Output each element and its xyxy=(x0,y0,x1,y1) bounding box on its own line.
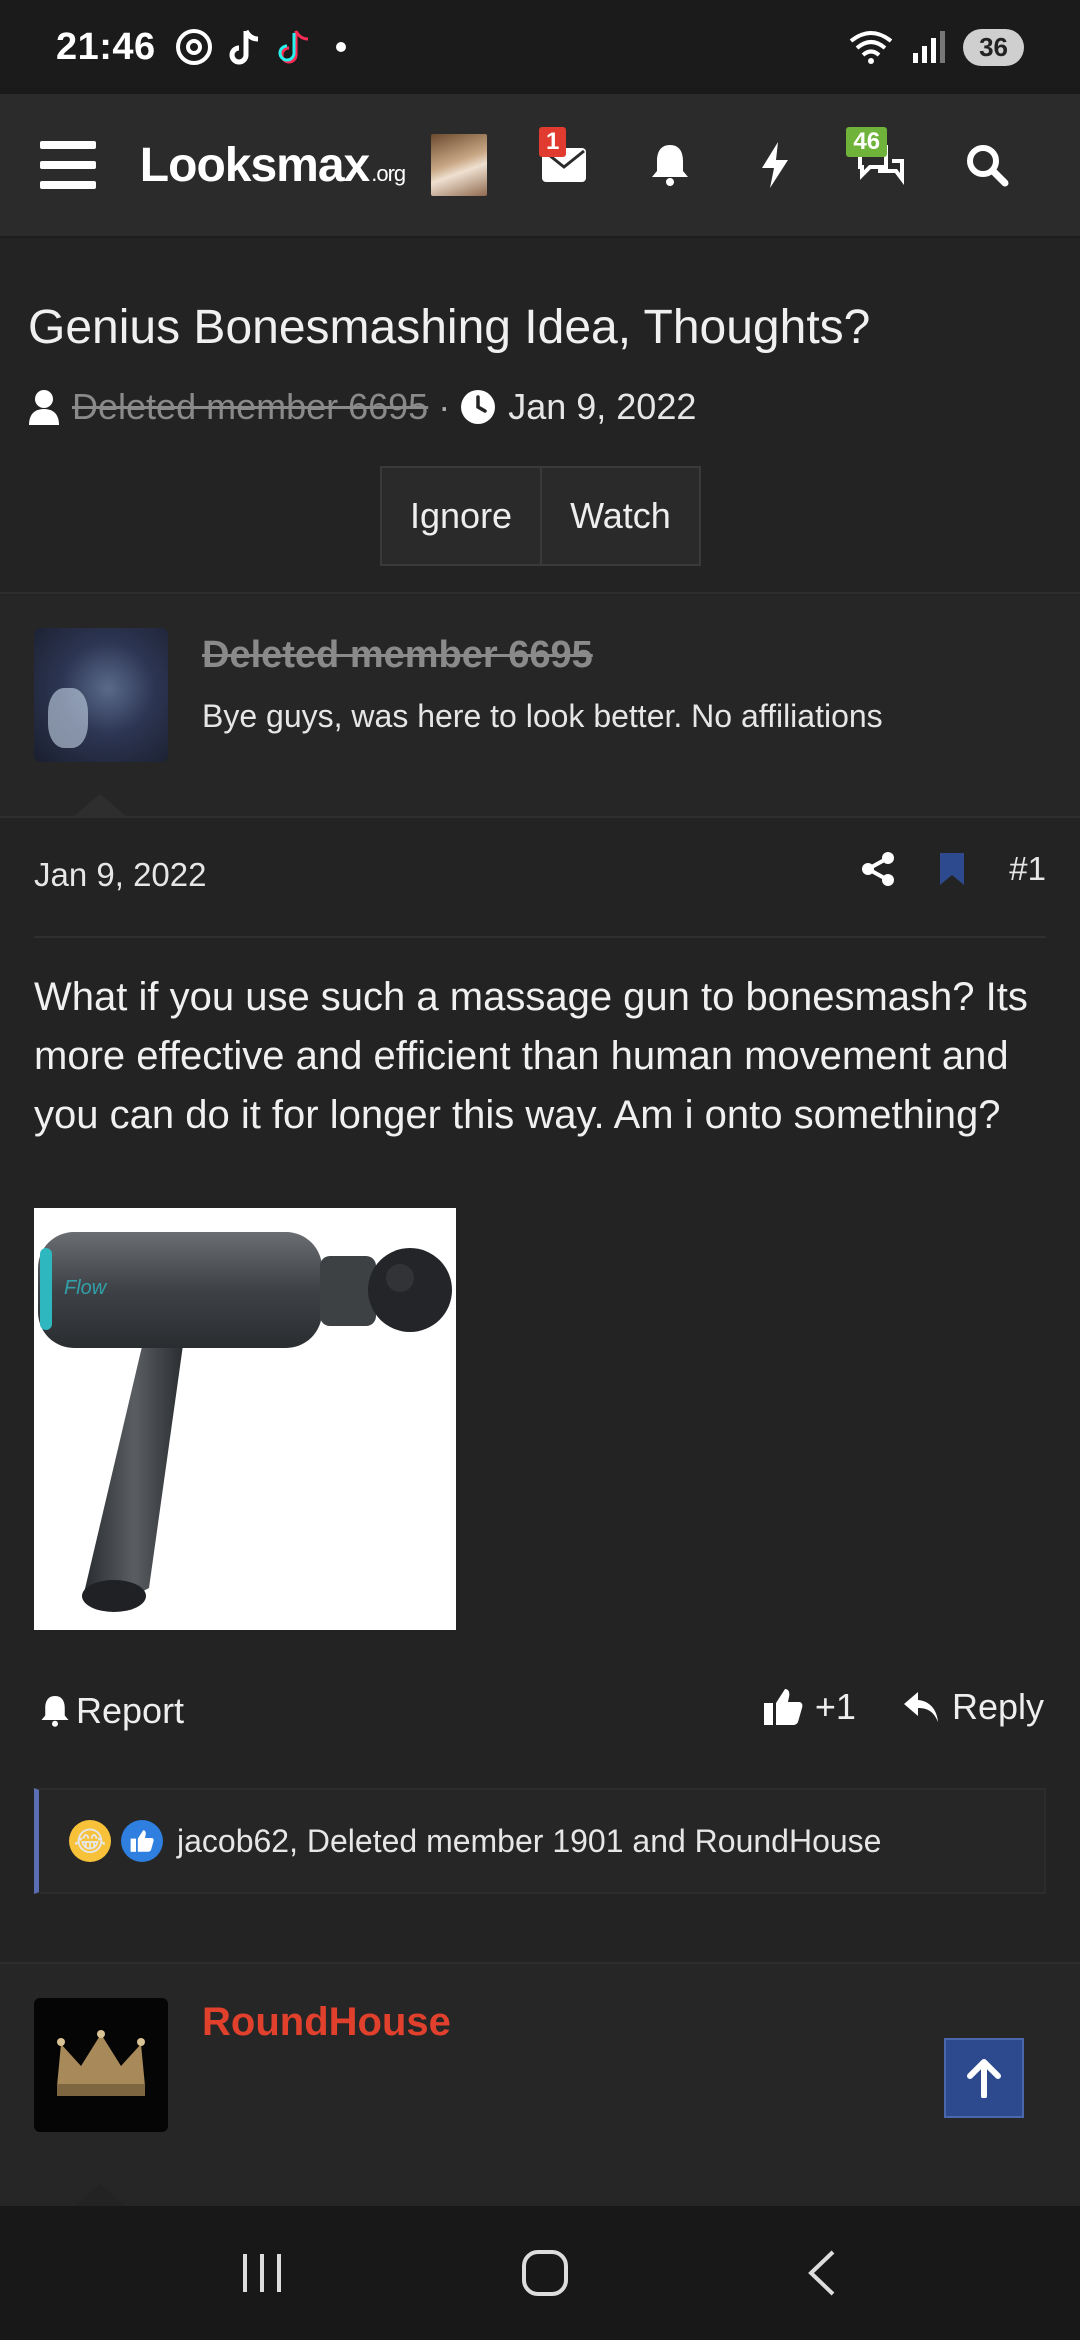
reactions-bar[interactable]: 😂 jacob62, Deleted member 1901 and Round… xyxy=(34,1788,1046,1894)
post-number[interactable]: #1 xyxy=(1009,850,1046,888)
thumbs-up-icon xyxy=(763,1689,803,1725)
user-icon xyxy=(29,390,59,425)
logo-text: Looksmax xyxy=(139,138,370,192)
inbox-button[interactable]: 1 xyxy=(511,125,617,205)
site-logo[interactable]: Looksmax .org xyxy=(139,138,406,193)
system-navigation-bar xyxy=(0,2206,1080,2340)
top-navbar: Looksmax .org 1 46 xyxy=(0,94,1080,238)
search-button[interactable] xyxy=(934,125,1040,205)
inbox-badge: 1 xyxy=(538,127,567,157)
back-icon[interactable] xyxy=(803,2248,843,2298)
wifi-icon xyxy=(849,31,893,64)
meta-separator: · xyxy=(438,386,451,427)
post-2-author-name[interactable]: RoundHouse xyxy=(202,2000,451,2045)
like-reaction-icon xyxy=(121,1820,163,1862)
laughing-crying-icon: 😂 xyxy=(69,1820,111,1862)
post-user-block: Deleted member 6695 Bye guys, was here t… xyxy=(0,596,1080,818)
post-author-avatar[interactable] xyxy=(34,628,168,762)
battery-indicator: 36 xyxy=(963,28,1024,66)
scroll-to-top-button[interactable] xyxy=(944,2038,1024,2118)
reactions-users[interactable]: jacob62, Deleted member 1901 and RoundHo… xyxy=(177,1823,881,1860)
report-label: Report xyxy=(76,1690,185,1731)
home-icon[interactable] xyxy=(520,2248,570,2298)
conversations-badge: 46 xyxy=(846,127,888,157)
thread-actions: Ignore Watch xyxy=(380,466,701,566)
bell-icon xyxy=(651,145,688,186)
recent-apps-icon[interactable] xyxy=(237,2250,287,2296)
user-avatar[interactable] xyxy=(431,134,487,196)
thread-title: Genius Bonesmashing Idea, Thoughts? xyxy=(28,301,871,354)
like-button[interactable]: +1 xyxy=(763,1686,856,1728)
thread-author[interactable]: Deleted member 6695 xyxy=(72,386,428,428)
crown-icon xyxy=(57,2030,145,2096)
post-footer-actions: +1 Reply xyxy=(763,1686,1044,1728)
threads-icon xyxy=(175,29,212,65)
tiktok-icon xyxy=(278,30,308,64)
roundhouse-avatar[interactable] xyxy=(34,1998,168,2132)
search-icon xyxy=(967,145,1009,187)
post-author-title: Bye guys, was here to look better. No af… xyxy=(202,698,883,734)
post-date[interactable]: Jan 9, 2022 xyxy=(34,856,206,894)
reply-icon xyxy=(903,1692,938,1722)
user-block-pointer xyxy=(72,794,128,818)
thread-meta: Deleted member 6695 · Jan 9, 2022 xyxy=(28,386,696,428)
alerts-button[interactable] xyxy=(617,125,723,205)
post-divider xyxy=(34,936,1046,938)
ignore-button[interactable]: Ignore xyxy=(382,468,540,564)
tiktok-icon xyxy=(229,29,258,65)
bell-icon xyxy=(41,1696,69,1727)
clock: 21:46 xyxy=(56,25,156,68)
lightning-icon xyxy=(762,142,789,188)
watch-button[interactable]: Watch xyxy=(540,468,699,564)
share-icon[interactable] xyxy=(861,851,895,887)
post-author-name[interactable]: Deleted member 6695 xyxy=(202,634,593,677)
reply-button[interactable]: Reply xyxy=(902,1686,1044,1728)
report-button[interactable]: Report xyxy=(40,1690,184,1732)
conversations-button[interactable]: 46 xyxy=(828,125,934,205)
thread-header: Genius Bonesmashing Idea, Thoughts? Dele… xyxy=(0,238,1080,594)
thread-date[interactable]: Jan 9, 2022 xyxy=(508,386,696,428)
bookmark-icon[interactable] xyxy=(939,852,965,886)
signal-icon xyxy=(913,31,946,63)
post-actions: #1 xyxy=(861,850,1046,888)
logo-suffix: .org xyxy=(371,160,406,186)
image-brand-text: Flow xyxy=(64,1277,108,1299)
clock-icon xyxy=(461,390,496,424)
whats-new-button[interactable] xyxy=(723,125,829,205)
notification-icons xyxy=(174,27,346,67)
user-block-pointer xyxy=(72,2184,128,2208)
post-text: What if you use such a massage gun to bo… xyxy=(34,975,1028,1137)
like-count: +1 xyxy=(814,1686,856,1727)
reply-label: Reply xyxy=(951,1686,1044,1727)
massage-gun-image[interactable]: Flow xyxy=(34,1208,456,1630)
menu-icon[interactable] xyxy=(40,141,96,189)
dot-icon xyxy=(335,42,346,52)
status-bar: 21:46 36 xyxy=(0,0,1080,94)
post-1: Jan 9, 2022 #1 What if you use such a ma… xyxy=(0,818,1080,1930)
post-2-user-block: RoundHouse xyxy=(0,1962,1080,2206)
arrow-up-icon xyxy=(967,2059,1001,2098)
